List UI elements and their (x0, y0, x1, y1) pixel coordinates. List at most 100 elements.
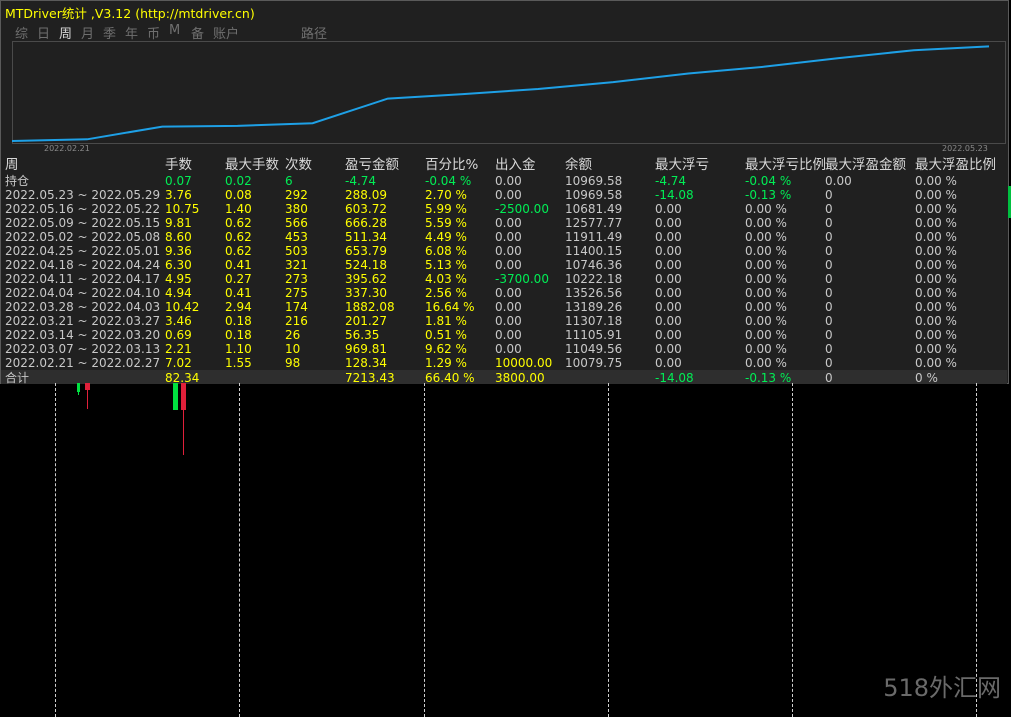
table-cell: 0.00 % (915, 342, 957, 356)
table-cell: 0.00 (655, 286, 682, 300)
table-cell: 0.00 (495, 286, 522, 300)
tab-1[interactable]: 日 (37, 23, 50, 42)
table-cell: 6.30 (165, 258, 192, 272)
table-cell: 288.09 (345, 188, 387, 202)
table-cell: 0.00 (495, 244, 522, 258)
table-cell: 0.00 % (915, 328, 957, 342)
table-cell: -3700.00 (495, 272, 549, 286)
tab-10[interactable]: 路径 (301, 23, 327, 42)
table-cell: 1882.08 (345, 300, 395, 314)
table-cell: 1.55 (225, 356, 252, 370)
table-cell: 0.00 % (745, 272, 787, 286)
table-cell: 0 (825, 188, 833, 202)
column-header: 最大浮盈金额 (825, 157, 906, 173)
table-cell: 0.00 (495, 258, 522, 272)
tab-9[interactable]: 账户 (213, 23, 239, 42)
table-row-label: 2022.05.02 ~ 2022.05.08 (5, 230, 161, 244)
table-cell: 9.81 (165, 216, 192, 230)
table-cell: 10.75 (165, 202, 200, 216)
table-cell: 98 (285, 356, 301, 370)
table-cell: 10681.49 (565, 202, 623, 216)
table-cell: 0.00 % (915, 286, 957, 300)
table-cell: 503 (285, 244, 308, 258)
table-row-label: 2022.05.16 ~ 2022.05.22 (5, 202, 161, 216)
table-cell: 0 (825, 230, 833, 244)
table-cell: 0.00 % (745, 314, 787, 328)
table-cell: 0.00 (495, 314, 522, 328)
table-cell: 1.81 % (425, 314, 467, 328)
table-cell: 292 (285, 188, 308, 202)
column-header: 周 (5, 157, 19, 173)
table-cell: 1.10 (225, 342, 252, 356)
table-cell: 128.34 (345, 356, 387, 370)
x-start-label: 2022.02.21 (44, 144, 90, 153)
column-header: 最大手数 (225, 157, 279, 173)
tab-4[interactable]: 季 (103, 23, 116, 42)
table-cell: 395.62 (345, 272, 387, 286)
table-cell: 0.00 % (745, 286, 787, 300)
grid-separator (976, 383, 977, 717)
table-cell: 0.00 % (745, 244, 787, 258)
equity-line (12, 45, 990, 142)
table-cell: 0.00 (655, 230, 682, 244)
table-cell: 2.56 % (425, 286, 467, 300)
table-cell: 201.27 (345, 314, 387, 328)
table-cell: 10222.18 (565, 272, 623, 286)
table-cell: 453 (285, 230, 308, 244)
table-row-label: 2022.03.28 ~ 2022.04.03 (5, 300, 161, 314)
table-cell: 0.00 % (745, 258, 787, 272)
table-cell: 524.18 (345, 258, 387, 272)
tab-6[interactable]: 币 (147, 23, 160, 42)
column-header: 手数 (165, 157, 192, 173)
table-cell: 0.62 (225, 230, 252, 244)
table-cell: 275 (285, 286, 308, 300)
candle-red (85, 383, 90, 390)
table-cell: 0 (825, 356, 833, 370)
table-cell: 4.49 % (425, 230, 467, 244)
table-row-label: 2022.05.23 ~ 2022.05.29 (5, 188, 161, 202)
table-cell: 0.00 % (745, 342, 787, 356)
tab-8[interactable]: 备 (191, 23, 204, 42)
table-cell: 969.81 (345, 342, 387, 356)
table-cell: 511.34 (345, 230, 387, 244)
table-cell: 13526.56 (565, 286, 623, 300)
tab-7[interactable]: M (169, 23, 180, 38)
table-cell: -2500.00 (495, 202, 549, 216)
table-cell: 12577.77 (565, 216, 623, 230)
table-cell: 0.41 (225, 258, 252, 272)
table-cell: 5.99 % (425, 202, 467, 216)
table-cell: 0.00 (655, 342, 682, 356)
table-cell: 11049.56 (565, 342, 623, 356)
table-cell: 13189.26 (565, 300, 623, 314)
table-cell: 0.00 % (745, 216, 787, 230)
table-cell: 7.02 (165, 356, 192, 370)
table-cell: 0.00 (495, 300, 522, 314)
table-cell: 174 (285, 300, 308, 314)
table-cell: 0 (825, 342, 833, 356)
table-cell: 0 (825, 314, 833, 328)
tab-5[interactable]: 年 (125, 23, 138, 42)
table-cell: 0.00 % (915, 216, 957, 230)
grid-separator (792, 383, 793, 717)
table-cell: 10 (285, 342, 301, 356)
table-row-label: 2022.03.21 ~ 2022.03.27 (5, 314, 161, 328)
table-cell: 0.00 % (745, 328, 787, 342)
table-cell: 0.00 (655, 258, 682, 272)
table-cell: 0.00 (655, 272, 682, 286)
column-header: 余额 (565, 157, 592, 173)
table-cell: 0.62 (225, 244, 252, 258)
table-cell: 5.13 % (425, 258, 467, 272)
table-cell: 1.29 % (425, 356, 467, 370)
tab-0[interactable]: 综 (15, 23, 28, 42)
table-cell: 10000.00 (495, 356, 553, 370)
tab-3[interactable]: 月 (81, 23, 94, 42)
table-cell: 0.00 % (915, 188, 957, 202)
watermark: 518外汇网 (883, 674, 1001, 702)
table-cell: 0 (825, 286, 833, 300)
table-cell: 1.40 (225, 202, 252, 216)
table-cell: 11105.91 (565, 328, 623, 342)
table-cell: -4.74 (655, 174, 687, 188)
candle-green (173, 383, 178, 410)
table-cell: 0.00 (655, 328, 682, 342)
tab-2[interactable]: 周 (59, 23, 72, 42)
